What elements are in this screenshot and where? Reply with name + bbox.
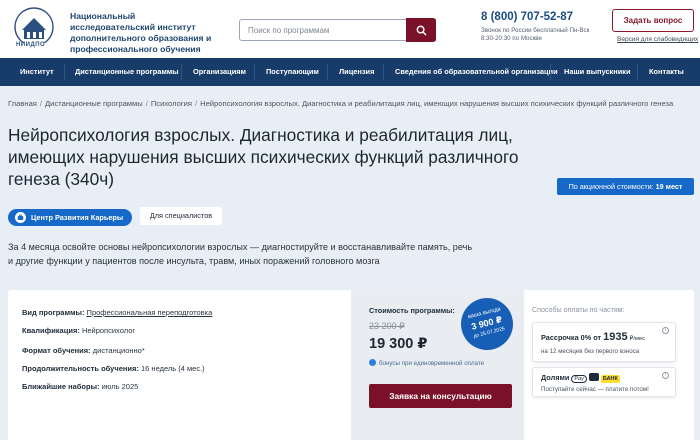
qualification-row: Квалификация: Нейропсихолог [22, 326, 135, 335]
career-center-label: Центр Развития Карьеры [31, 213, 124, 222]
program-type-link[interactable]: Профессиональная переподготовка [87, 308, 213, 317]
consultation-request-button[interactable]: Заявка на консультацию [369, 384, 512, 408]
nav-item-distance-programs[interactable]: Дистанционные программы [75, 58, 179, 86]
breadcrumb-distance-programs[interactable]: Дистанционные программы [45, 99, 143, 108]
installment-amount: 1935 [603, 331, 628, 343]
duration-row: Продолжительность обучения: 16 недель (4… [22, 364, 205, 373]
nav-item-organizations[interactable]: Организациям [193, 58, 246, 86]
intake-value: июль 2025 [101, 382, 139, 391]
nav-divider [181, 64, 182, 80]
breadcrumb-current: Нейропсихология взрослых. Диагностика и … [200, 99, 674, 108]
nav-item-institute[interactable]: Институт [20, 58, 54, 86]
parts-payment-card[interactable]: Долями Pay БАНК Поступайте сейчас — платит… [532, 367, 676, 397]
nav-divider [637, 64, 638, 80]
installment-title: Рассрочка 0% от 1935 ₽/мес [541, 331, 646, 343]
nav-item-edu-org-info[interactable]: Сведения об образовательной организации [395, 58, 558, 86]
nav-divider [383, 64, 384, 80]
briefcase-icon [15, 212, 26, 223]
promo-value: 19 мест [655, 182, 683, 191]
low-vision-link[interactable]: Версия для слабовидящих [617, 36, 698, 43]
qualification-value: Нейропсихолог [81, 326, 136, 335]
split-pay-logo: Pay [571, 375, 587, 383]
nav-item-contacts[interactable]: Контакты [649, 58, 684, 86]
search-input[interactable] [240, 20, 405, 41]
qualification-label: Квалификация: [22, 326, 80, 335]
nav-item-graduates[interactable]: Наши выпускники [564, 58, 631, 86]
breadcrumb-psychology[interactable]: Психология [151, 99, 192, 108]
nav-item-applicants[interactable]: Поступающим [266, 58, 319, 86]
bonus-text: бонусы при единовременной оплате [379, 360, 485, 367]
nav-divider [254, 64, 255, 80]
current-price: 19 300 ₽ [369, 336, 428, 352]
tbank-logo: БАНК [600, 375, 620, 383]
main-nav: Институт Дистанционные программы Организ… [0, 58, 700, 86]
price-label: Стоимость программы: [369, 306, 455, 315]
old-price: 23 200 ₽ [369, 321, 405, 331]
format-row: Формат обучения: дистанционно* [22, 346, 145, 355]
site-header: НИИДПО Национальный исследовательский ин… [0, 0, 700, 58]
specialists-tag[interactable]: Для специалистов [140, 207, 222, 225]
phone-note: Звонок по России бесплатный Пн-Вск 8:30-… [481, 27, 590, 42]
logo-caption: НИИДПО [16, 42, 46, 48]
promo-seats-badge: По акционной стоимости: 19 мест [557, 178, 694, 195]
info-icon[interactable]: i [662, 327, 669, 334]
format-value: дистанционно* [92, 346, 145, 355]
program-type-label: Вид программы: [22, 308, 85, 317]
promo-label: По акционной стоимости: [568, 182, 654, 191]
bonus-note[interactable]: бонусы при единовременной оплате [369, 359, 484, 367]
ask-question-button[interactable]: Задать вопрос [612, 9, 694, 32]
org-name[interactable]: Национальный исследовательский институт … [70, 11, 220, 55]
program-type-row: Вид программы: Профессиональная переподг… [22, 308, 212, 317]
search-icon [416, 25, 427, 36]
nav-divider [550, 64, 551, 80]
nav-divider [64, 64, 65, 80]
breadcrumb: Главная / Дистанционные программы / Психолог… [8, 99, 674, 108]
search-button[interactable] [406, 18, 436, 42]
parts-note: Поступайте сейчас — платите потом! [541, 386, 649, 393]
intake-label: Ближайшие наборы: [22, 382, 100, 391]
duration-value: 16 недель (4 мес.) [141, 364, 205, 373]
installment-unit: ₽/мес [629, 336, 646, 342]
format-label: Формат обучения: [22, 346, 91, 355]
intake-row: Ближайшие наборы: июль 2025 [22, 382, 138, 391]
nav-item-license[interactable]: Лицензия [339, 58, 374, 86]
payment-methods-label: Способы оплаты по частям: [532, 306, 625, 314]
page-title: Нейропсихология взрослых. Диагностика и … [8, 125, 519, 189]
phone-number[interactable]: 8 (800) 707-52-87 [481, 11, 573, 23]
breadcrumb-home[interactable]: Главная [8, 99, 37, 108]
info-icon[interactable]: i [662, 372, 669, 379]
duration-label: Продолжительность обучения: [22, 364, 139, 373]
installment-note: на 12 месяцев без первого взноса [541, 348, 640, 355]
program-description: За 4 месяца освойте основы нейропсихолог… [8, 242, 473, 266]
dolyami-logo-icon [588, 373, 599, 381]
installment-card[interactable]: Рассрочка 0% от 1935 ₽/мес на 12 месяцев… [532, 322, 676, 362]
parts-title: Долями Pay БАНК [541, 373, 620, 383]
career-center-tag[interactable]: Центр Развития Карьеры [8, 209, 132, 226]
nav-divider [327, 64, 328, 80]
bonus-dot-icon [369, 359, 376, 366]
